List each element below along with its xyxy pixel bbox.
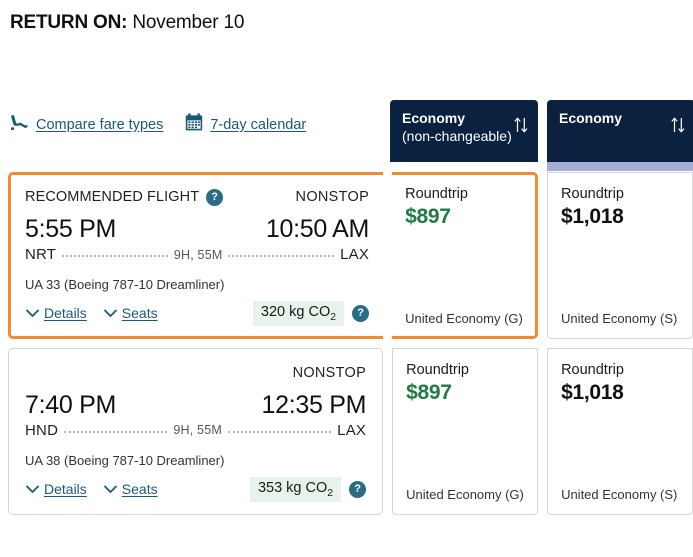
flight-row: NONSTOP 7:40 PM 12:35 PM HND 9H, 55M LAX… [0,347,693,515]
route-line-left [62,255,168,257]
co2-section: 320 kg CO2 ? [252,301,370,326]
destination-airport: LAX [340,246,370,263]
fare-price: $1,018 [561,205,624,228]
toolbar: Compare fare types 7-day calendar [10,113,306,136]
fare-price: $1,018 [561,380,624,404]
chevron-down-icon [103,309,117,318]
fare-cell-economy-nonchangeable[interactable]: Roundtrip $897 United Economy (G) [392,172,539,339]
flight-row: RECOMMENDED FLIGHT ? NONSTOP 5:55 PM 10:… [0,172,693,339]
fare-column-headers: Economy (non-changeable) Economy [390,100,693,171]
flight-duration: 9H, 55M [173,247,223,262]
flight-results-page: RETURN ON: November 10 Compare fare type… [0,0,693,557]
arrival-time: 10:50 AM [265,215,370,243]
details-label: Details [44,305,87,322]
details-label: Details [44,481,87,498]
fare-column-subtitle: (non-changeable) [402,128,512,144]
help-icon[interactable]: ? [206,188,224,206]
co2-value: 353 kg CO [257,479,328,496]
fare-class: United Economy (S) [561,486,678,502]
recommended-flight-text: RECOMMENDED FLIGHT [25,189,200,205]
chevron-down-icon [103,485,117,494]
seats-label: Seats [121,305,158,322]
page-title: RETURN ON: November 10 [10,12,244,34]
calendar-icon [185,113,203,136]
co2-value: 320 kg CO [260,304,331,320]
co2-subscript: 2 [327,486,334,499]
stops-label: NONSTOP [292,364,367,381]
trip-type: Roundtrip [561,186,624,202]
fare-column-title: Economy [559,110,623,126]
sort-arrows-icon[interactable] [670,116,686,139]
trip-type: Roundtrip [406,361,469,378]
recommended-flight-label: RECOMMENDED FLIGHT ? [25,188,224,206]
fare-cell-economy-nonchangeable[interactable]: Roundtrip $897 United Economy (G) [392,347,539,515]
fare-column-accent-bar [547,162,693,171]
co2-section: 353 kg CO2 ? [249,476,367,502]
flight-card-footer: Details Seats 320 kg CO2 ? [25,301,370,326]
expanders: Details Seats [25,481,158,497]
fare-class: United Economy (G) [406,486,524,502]
seat-icon [10,114,29,136]
fare-column-title: Economy [402,110,466,126]
fare-cell-economy[interactable]: Roundtrip $1,018 United Economy (S) [547,347,693,515]
chevron-down-icon [25,309,40,318]
fare-class: United Economy (S) [561,310,678,326]
co2-badge: 353 kg CO2 [249,476,342,502]
route-line-right [227,430,332,433]
aircraft-info: UA 33 (Boeing 787-10 Dreamliner) [25,277,225,292]
flight-route: NRT 9H, 55M LAX [25,246,369,263]
co2-badge: 320 kg CO2 [252,301,345,326]
origin-airport: HND [25,421,59,439]
fare-price: $897 [405,205,451,228]
flight-duration: 9H, 55M [173,423,222,438]
trip-type: Roundtrip [405,186,468,202]
fare-class: United Economy (G) [405,310,523,326]
route-line-right [228,255,335,257]
seats-toggle[interactable]: Seats [103,305,158,321]
details-toggle[interactable]: Details [25,481,87,497]
co2-subscript: 2 [330,310,337,323]
departure-time: 5:55 PM [25,215,117,243]
co2-help-icon[interactable]: ? [349,480,367,498]
aircraft-info: UA 38 (Boeing 787-10 Dreamliner) [25,452,225,468]
seven-day-calendar-label: 7-day calendar [210,116,307,133]
stops-label: NONSTOP [295,189,370,205]
seats-label: Seats [121,481,158,498]
seven-day-calendar-link[interactable]: 7-day calendar [185,113,306,136]
compare-fare-types-label: Compare fare types [36,116,164,133]
origin-airport: NRT [25,246,57,263]
flight-rows: RECOMMENDED FLIGHT ? NONSTOP 5:55 PM 10:… [0,172,693,524]
route-line-left [64,430,168,433]
destination-airport: LAX [337,421,367,439]
fare-column-header-economy[interactable]: Economy [547,100,693,171]
fare-price: $897 [406,380,452,404]
chevron-down-icon [25,485,40,494]
flight-card-footer: Details Seats 353 kg CO2 ? [25,476,367,502]
flight-card-header: NONSTOP [25,363,366,383]
expanders: Details Seats [25,305,158,321]
sort-arrows-icon[interactable] [513,116,529,139]
trip-type: Roundtrip [561,361,624,378]
details-toggle[interactable]: Details [25,305,87,321]
flight-times: 5:55 PM 10:50 AM [25,215,369,244]
fare-cell-economy[interactable]: Roundtrip $1,018 United Economy (S) [547,172,693,339]
departure-time: 7:40 PM [25,390,117,419]
return-date: November 10 [132,12,245,33]
compare-fare-types-link[interactable]: Compare fare types [10,114,163,136]
seats-toggle[interactable]: Seats [103,481,158,497]
co2-help-icon[interactable]: ? [352,304,370,322]
flight-route: HND 9H, 55M LAX [25,422,366,439]
fare-column-header-economy-nonchangeable[interactable]: Economy (non-changeable) [390,100,538,162]
flight-times: 7:40 PM 12:35 PM [25,391,366,420]
flight-card[interactable]: RECOMMENDED FLIGHT ? NONSTOP 5:55 PM 10:… [8,172,384,339]
flight-card-header: RECOMMENDED FLIGHT ? NONSTOP [25,187,369,207]
fare-column-accent-bar [390,162,538,171]
arrival-time: 12:35 PM [261,390,367,419]
return-on-label: RETURN ON: [10,12,128,33]
flight-card[interactable]: NONSTOP 7:40 PM 12:35 PM HND 9H, 55M LAX… [8,347,384,515]
